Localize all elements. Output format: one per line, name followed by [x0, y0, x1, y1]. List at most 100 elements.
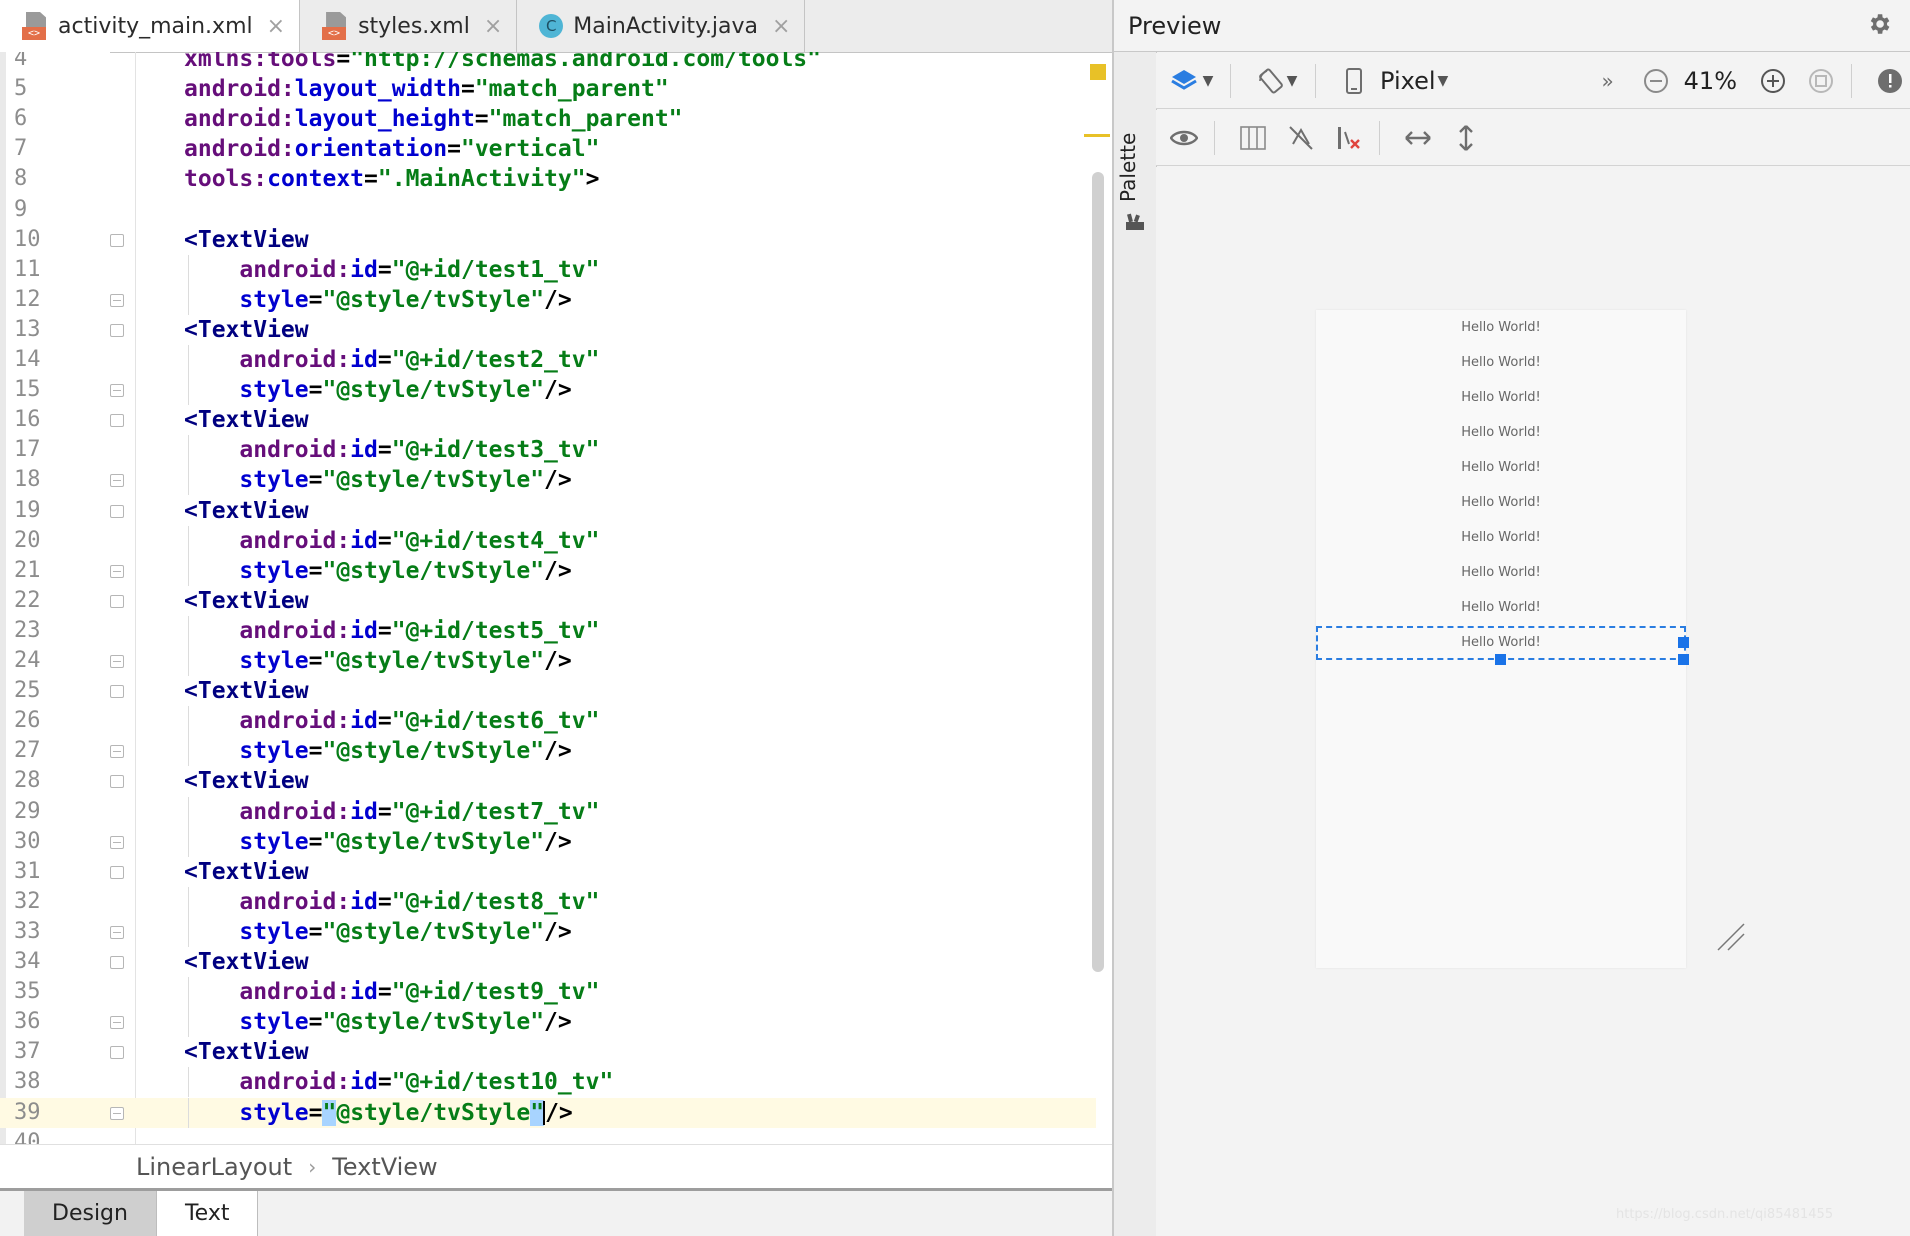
textview-preview[interactable]: Hello World!: [1316, 486, 1686, 520]
textview-preview[interactable]: Hello World!: [1316, 556, 1686, 590]
fold-marker-icon[interactable]: [110, 745, 124, 759]
close-icon[interactable]: ×: [484, 14, 502, 39]
fold-marker-icon[interactable]: [110, 414, 124, 428]
fold-marker-icon[interactable]: [110, 956, 124, 969]
code-line[interactable]: 27 style="@style/tvStyle"/>: [0, 736, 1096, 767]
zoom-to-fit-icon[interactable]: [1801, 61, 1841, 101]
fold-marker-icon[interactable]: [110, 775, 124, 789]
code-line[interactable]: 37 <TextView: [0, 1037, 1096, 1067]
code-line[interactable]: 33 style="@style/tvStyle"/>: [0, 916, 1096, 947]
gear-icon[interactable]: [1866, 11, 1892, 41]
fold-marker-icon[interactable]: [110, 655, 124, 668]
code-line[interactable]: 29 android:id="@+id/test7_tv": [0, 796, 1096, 827]
autoconnect-off-icon[interactable]: [1281, 118, 1321, 158]
palette-icon[interactable]: [1124, 210, 1146, 232]
code-line[interactable]: 13 <TextView: [0, 315, 1096, 345]
columns-icon[interactable]: [1233, 118, 1273, 158]
resize-handle[interactable]: [1678, 637, 1689, 648]
tab-design[interactable]: Design: [24, 1191, 157, 1236]
code-line[interactable]: 10 <TextView: [0, 225, 1096, 255]
layers-icon[interactable]: ▼: [1164, 61, 1220, 101]
phone-device-icon[interactable]: [1334, 61, 1374, 101]
code-line[interactable]: 28 <TextView: [0, 766, 1096, 796]
zoom-out-icon[interactable]: [1636, 61, 1676, 101]
code-line[interactable]: 30 style="@style/tvStyle"/>: [0, 826, 1096, 857]
fold-marker-icon[interactable]: [110, 504, 124, 518]
textview-preview[interactable]: Hello World!: [1316, 521, 1686, 555]
fold-marker-icon[interactable]: [110, 323, 124, 337]
code-line[interactable]: 40: [0, 1128, 1096, 1144]
eye-icon[interactable]: [1164, 118, 1204, 158]
code-line[interactable]: 26 android:id="@+id/test6_tv": [0, 706, 1096, 737]
rotate-orientation-icon[interactable]: ▼: [1249, 61, 1305, 101]
code-line[interactable]: 31 <TextView: [0, 857, 1096, 887]
code-line[interactable]: 16 <TextView: [0, 405, 1096, 435]
fold-marker-icon[interactable]: [110, 564, 124, 578]
fold-marker-icon[interactable]: [110, 594, 124, 608]
fold-marker-icon[interactable]: [110, 474, 124, 488]
horizontal-arrows-icon[interactable]: [1398, 118, 1438, 158]
textview-preview[interactable]: Hello World!: [1316, 591, 1686, 625]
code-line[interactable]: 39 style="@style/tvStyle"/>: [0, 1097, 1096, 1128]
textview-preview[interactable]: Hello World!: [1316, 416, 1686, 450]
device-screen[interactable]: Hello World! Hello World! Hello World! Hell…: [1316, 310, 1689, 968]
textview-preview[interactable]: Hello World!: [1316, 311, 1686, 345]
warning-icon[interactable]: [1870, 61, 1910, 101]
textview-preview[interactable]: Hello World!: [1316, 381, 1686, 415]
palette-sidebar[interactable]: Palette: [1114, 52, 1157, 1236]
close-icon[interactable]: ×: [267, 14, 285, 39]
fold-marker-icon[interactable]: [110, 293, 124, 307]
code-line[interactable]: 32 android:id="@+id/test8_tv": [0, 886, 1096, 917]
tab-text[interactable]: Text: [156, 1191, 259, 1236]
code-line[interactable]: 20 android:id="@+id/test4_tv": [0, 525, 1096, 556]
textview-preview[interactable]: Hello World!: [1316, 346, 1686, 380]
breadcrumb-item-linearlayout[interactable]: LinearLayout: [136, 1153, 292, 1181]
code-line[interactable]: 5 android:layout_width="match_parent": [0, 74, 1096, 104]
vertical-arrows-icon[interactable]: [1446, 118, 1486, 158]
editor-scrollbar[interactable]: [1092, 172, 1104, 972]
palette-label[interactable]: Palette: [1116, 112, 1140, 202]
fold-marker-icon[interactable]: [110, 1046, 124, 1060]
code-line[interactable]: 8 tools:context=".MainActivity">: [0, 164, 1096, 194]
code-line[interactable]: 6 android:layout_height="match_parent": [0, 104, 1096, 134]
tab-styles-xml[interactable]: <> styles.xml ×: [300, 0, 518, 52]
warning-mark[interactable]: [1084, 134, 1110, 137]
fold-marker-icon[interactable]: [110, 233, 124, 247]
code-line[interactable]: 14 android:id="@+id/test2_tv": [0, 345, 1096, 375]
clear-constraints-icon[interactable]: [1329, 118, 1369, 158]
tab-main-activity-java[interactable]: C MainActivity.java ×: [517, 0, 806, 52]
code-line[interactable]: 21 style="@style/tvStyle"/>: [0, 555, 1096, 586]
fold-marker-icon[interactable]: [110, 835, 124, 849]
fold-marker-icon[interactable]: [110, 865, 124, 879]
code-line[interactable]: 9: [0, 195, 1096, 225]
code-line[interactable]: 7 android:orientation="vertical": [0, 134, 1096, 164]
fold-marker-icon[interactable]: [110, 384, 124, 398]
code-editor[interactable]: 4 xmlns:tools="http://schemas.android.com…: [0, 52, 1112, 1144]
warning-indicator-icon[interactable]: [1090, 64, 1106, 80]
code-line[interactable]: 17 android:id="@+id/test3_tv": [0, 435, 1096, 466]
code-line[interactable]: 38 android:id="@+id/test10_tv": [0, 1067, 1096, 1098]
code-line[interactable]: 25 <TextView: [0, 676, 1096, 706]
fold-marker-icon[interactable]: [110, 685, 124, 699]
code-line[interactable]: 12 style="@style/tvStyle"/>: [0, 284, 1096, 315]
design-canvas[interactable]: Hello World! Hello World! Hello World! Hell…: [1156, 167, 1910, 1236]
fold-marker-icon[interactable]: [110, 925, 124, 939]
chevron-down-icon[interactable]: ▼: [1438, 73, 1449, 89]
code-line[interactable]: 15 style="@style/tvStyle"/>: [0, 375, 1096, 406]
textview-preview[interactable]: Hello World!: [1316, 451, 1686, 485]
code-line[interactable]: 18 style="@style/tvStyle"/>: [0, 465, 1096, 496]
close-icon[interactable]: ×: [772, 14, 790, 39]
code-line[interactable]: 22 <TextView: [0, 586, 1096, 616]
code-line[interactable]: 24 style="@style/tvStyle"/>: [0, 646, 1096, 676]
fold-marker-icon[interactable]: [110, 1016, 124, 1030]
code-line[interactable]: 34 <TextView: [0, 947, 1096, 977]
tab-activity-main-xml[interactable]: <> activity_main.xml ×: [0, 0, 301, 52]
breadcrumb-item-textview[interactable]: TextView: [332, 1153, 438, 1181]
code-line[interactable]: 23 android:id="@+id/test5_tv": [0, 615, 1096, 646]
resize-handle[interactable]: [1495, 654, 1506, 665]
resize-handle-icon[interactable]: [1716, 922, 1746, 952]
code-line[interactable]: 36 style="@style/tvStyle"/>: [0, 1007, 1096, 1038]
zoom-in-icon[interactable]: [1753, 61, 1793, 101]
code-line[interactable]: 4 xmlns:tools="http://schemas.android.com…: [0, 52, 1096, 74]
code-line[interactable]: 35 android:id="@+id/test9_tv": [0, 977, 1096, 1008]
